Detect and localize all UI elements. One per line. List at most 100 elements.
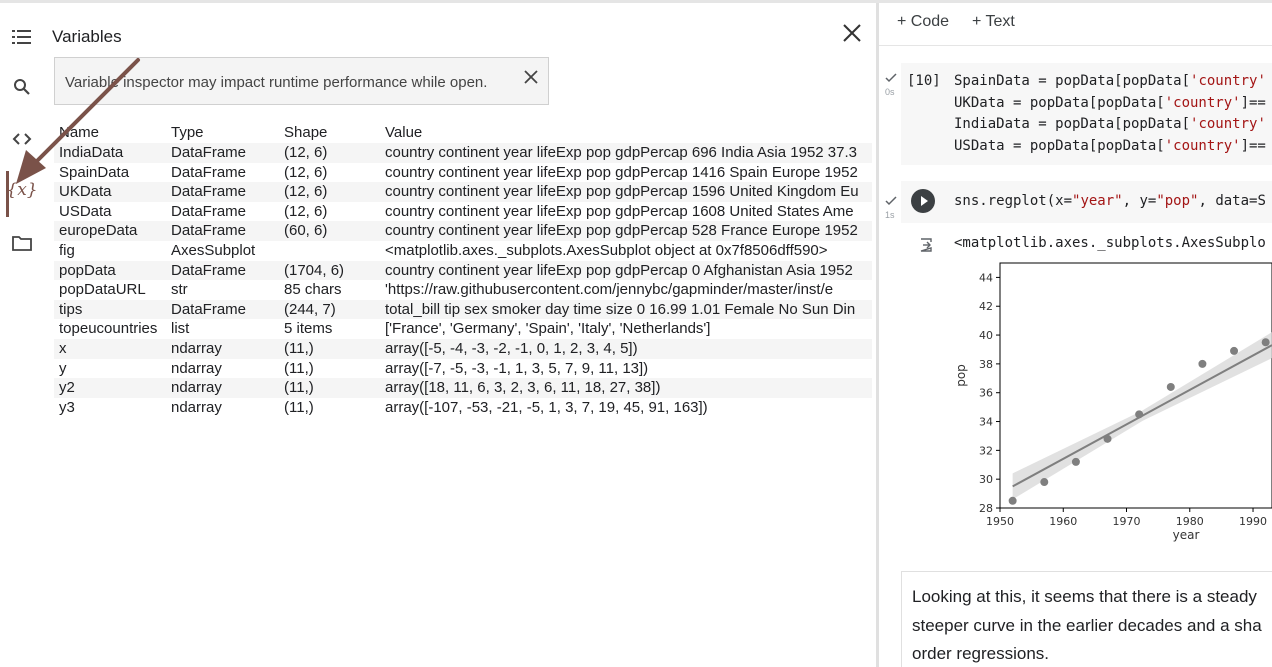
x-tick-label: 1980 <box>1176 515 1204 528</box>
cell-value: array([-107, -53, -21, -5, 1, 3, 7, 19, … <box>385 398 708 416</box>
play-icon <box>921 196 928 206</box>
header-shape[interactable]: Shape <box>284 123 327 143</box>
dismiss-banner-button[interactable] <box>522 68 540 86</box>
y-tick-label: 36 <box>979 387 993 400</box>
table-row[interactable]: fig AxesSubplot <matplotlib.axes._subplots… <box>54 241 872 261</box>
cell-type: DataFrame <box>171 144 247 161</box>
menu-icon[interactable] <box>4 19 40 55</box>
cell-value: 'https://raw.githubusercontent.com/jenny… <box>385 281 834 299</box>
cell-shape: (11,) <box>284 398 314 416</box>
cell-value: total_bill tip sex smoker day time size … <box>385 300 856 318</box>
cell-shape: (11,) <box>284 359 314 377</box>
cell-type: ndarray <box>171 379 222 397</box>
cell-name: x <box>59 339 67 357</box>
text-line-3: order regressions. <box>912 644 1050 663</box>
cell-name: popData <box>59 261 116 279</box>
cell1-exec-time: 0s <box>885 87 895 97</box>
cell-name: IndiaData <box>59 144 124 161</box>
cell-type: AxesSubplot <box>171 241 256 259</box>
variables-icon[interactable]: {x} <box>4 172 40 208</box>
cell-value: ['France', 'Germany', 'Spain', 'Italy', … <box>385 320 711 338</box>
data-point <box>1261 338 1270 347</box>
cell2-exec-time: 1s <box>885 210 895 220</box>
table-row[interactable]: popDataURL str 85 chars 'https://raw.github… <box>54 280 872 300</box>
folder-icon[interactable] <box>4 225 40 261</box>
cell-shape: (11,) <box>284 379 314 397</box>
code-line: SpainData = popData[popData['country' <box>954 73 1266 89</box>
y-tick-label: 38 <box>979 358 993 371</box>
panel-title: Variables <box>52 27 122 46</box>
y-tick-label: 32 <box>979 444 993 457</box>
cell-shape: (12, 6) <box>284 202 328 220</box>
regplot-chart: 28 30 32 34 36 38 40 42 44 1950 1960 1970 1980 1990 ye… <box>954 262 1272 542</box>
check-icon <box>885 196 897 206</box>
table-row[interactable]: y ndarray (11,) array([-7, -5, -3, -1, 1, 3… <box>54 359 872 379</box>
header-name[interactable]: Name <box>59 123 99 143</box>
table-row[interactable]: SpainData DataFrame (12, 6) country contine… <box>54 163 872 183</box>
cell-type: DataFrame <box>171 222 247 240</box>
x-tick-label: 1970 <box>1113 515 1141 528</box>
add-text-button[interactable]: + Text <box>972 13 1015 31</box>
text-cell[interactable]: Looking at this, it seems that there is … <box>901 571 1272 667</box>
table-header: Name Type Shape Value <box>54 123 872 143</box>
y-tick-label: 40 <box>979 329 993 342</box>
cell-name: USData <box>59 202 112 220</box>
cell-name: tips <box>59 300 83 318</box>
cell-type: DataFrame <box>171 183 247 201</box>
close-panel-button[interactable] <box>839 20 865 46</box>
x-tick-label: 1990 <box>1239 515 1267 528</box>
y-tick-label: 44 <box>979 271 993 284</box>
text-line-1: Looking at this, it seems that there is … <box>912 587 1257 606</box>
cell-value: country continent year lifeExp pop gdpPe… <box>385 183 859 201</box>
table-row[interactable]: tips DataFrame (244, 7) total_bill tip sex … <box>54 299 872 320</box>
table-row[interactable]: IndiaData DataFrame (12, 6) country contine… <box>54 143 872 163</box>
x-axis-label: year <box>1173 528 1200 542</box>
x-tick-label: 1960 <box>1049 515 1077 528</box>
table-row[interactable]: x ndarray (11,) array([-5, -4, -3, -2, -1, … <box>54 338 872 359</box>
table-row[interactable]: europeData DataFrame (60, 6) country contin… <box>54 221 872 241</box>
notebook-toolbar: + Code + Text <box>879 3 1272 46</box>
code-cell-2[interactable]: sns.regplot(x="year", y="pop", data=S <box>901 181 1272 223</box>
data-point <box>1040 478 1049 487</box>
cell-shape: (244, 7) <box>284 300 336 318</box>
cell-name: y <box>59 359 67 377</box>
add-code-button[interactable]: + Code <box>897 13 949 31</box>
table-row[interactable]: topeucountries list 5 items ['France', 'Ger… <box>54 319 872 339</box>
cell-shape: (1704, 6) <box>284 261 345 279</box>
data-point <box>1135 410 1144 419</box>
left-rail: {x} <box>0 3 44 667</box>
banner-text: Variable inspector may impact runtime pe… <box>65 74 488 91</box>
code-icon[interactable] <box>4 121 40 157</box>
header-type[interactable]: Type <box>171 123 204 143</box>
cell-output-text: <matplotlib.axes._subplots.AxesSubplo <box>954 235 1266 251</box>
variables-glyph: {x} <box>6 180 38 200</box>
cell-type: DataFrame <box>171 300 247 318</box>
data-point <box>1008 496 1017 505</box>
cell-value: <matplotlib.axes._subplots.AxesSubplot o… <box>385 241 828 259</box>
table-row[interactable]: UKData DataFrame (12, 6) country continent … <box>54 182 872 202</box>
run-cell-button[interactable] <box>911 189 935 213</box>
data-point <box>1198 359 1207 368</box>
header-value[interactable]: Value <box>385 123 872 143</box>
cell-type: DataFrame <box>171 163 247 181</box>
variables-table: Name Type Shape Value IndiaData DataFrame… <box>54 123 872 417</box>
table-row[interactable]: y2 ndarray (11,) array([18, 11, 6, 3, 2, 3,… <box>54 378 872 398</box>
cell-shape: (12, 6) <box>284 163 328 181</box>
cell-shape: (12, 6) <box>284 144 328 161</box>
cell-name: SpainData <box>59 163 130 181</box>
cell-type: DataFrame <box>171 202 247 220</box>
code-cell-1[interactable]: [10] SpainData = popData[popData['countr… <box>901 63 1272 165</box>
table-row[interactable]: popData DataFrame (1704, 6) country contine… <box>54 260 872 281</box>
code-line: IndiaData = popData[popData['country' <box>954 116 1266 132</box>
cell-value: country continent year lifeExp pop gdpPe… <box>385 261 853 279</box>
table-row[interactable]: y3 ndarray (11,) array([-107, -53, -21, -5,… <box>54 398 872 418</box>
notebook-area: + Code + Text 0s [10] SpainData = popDat… <box>879 3 1272 667</box>
table-row[interactable]: USData DataFrame (12, 6) country continent … <box>54 202 872 222</box>
search-icon[interactable] <box>4 69 40 105</box>
cell-shape: 5 items <box>284 320 333 338</box>
code-line: UKData = popData[popData['country']== <box>954 94 1266 111</box>
output-icon[interactable] <box>919 237 935 253</box>
data-point <box>1166 382 1175 391</box>
cell-value: country continent year lifeExp pop gdpPe… <box>385 144 857 161</box>
cell-name: y3 <box>59 398 75 416</box>
